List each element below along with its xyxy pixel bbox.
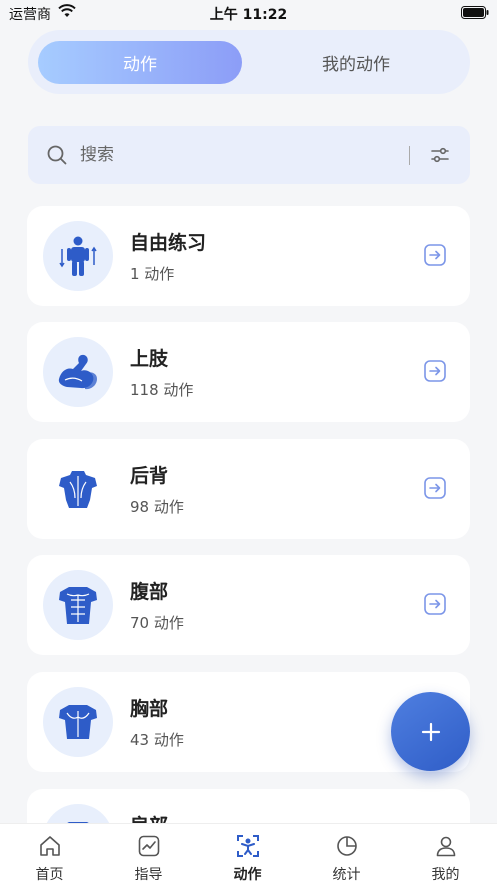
tab-actions-nav[interactable]: 动作 bbox=[198, 824, 297, 883]
add-action-button[interactable] bbox=[391, 692, 470, 771]
abs-muscles-icon bbox=[59, 587, 97, 624]
category-count: 43 动作 bbox=[130, 731, 184, 749]
tab-home[interactable]: 首页 bbox=[0, 824, 99, 883]
category-count: 1 动作 bbox=[130, 265, 175, 283]
flexed-arm-icon bbox=[58, 354, 97, 390]
status-bar: 运营商 上午 11:22 bbox=[0, 0, 497, 26]
search-icon bbox=[47, 145, 67, 165]
search-bar bbox=[28, 126, 470, 184]
tab-mine-label: 我的 bbox=[431, 867, 460, 883]
category-count: 118 动作 bbox=[130, 381, 194, 399]
arrow-right-icon[interactable] bbox=[424, 477, 446, 499]
tab-mine[interactable]: 我的 bbox=[396, 824, 495, 883]
tab-stats[interactable]: 统计 bbox=[297, 824, 396, 883]
category-title: 腹部 bbox=[130, 581, 169, 603]
category-title: 自由练习 bbox=[130, 232, 207, 254]
tab-actions-nav-label: 动作 bbox=[233, 867, 262, 883]
category-card-back[interactable]: 后背 98 动作 bbox=[27, 439, 470, 539]
category-avatar bbox=[43, 337, 113, 407]
filter-icon[interactable] bbox=[429, 144, 451, 166]
category-count: 98 动作 bbox=[130, 498, 184, 516]
home-icon bbox=[40, 836, 60, 856]
status-time: 上午 11:22 bbox=[209, 7, 288, 23]
category-avatar bbox=[43, 570, 113, 640]
bottom-tab-bar: 首页 指导 动作 统计 我的 bbox=[0, 823, 497, 883]
tab-my-actions[interactable]: 我的动作 bbox=[256, 41, 456, 84]
pie-chart-icon bbox=[337, 836, 357, 856]
category-title: 后背 bbox=[130, 465, 169, 487]
tab-stats-label: 统计 bbox=[332, 867, 361, 883]
category-title: 上肢 bbox=[130, 348, 169, 370]
category-count: 70 动作 bbox=[130, 614, 184, 632]
category-avatar bbox=[43, 687, 113, 757]
search-divider bbox=[409, 146, 410, 165]
chart-icon bbox=[138, 835, 160, 857]
segmented-control: 动作 我的动作 bbox=[28, 30, 470, 94]
category-card-upper-limb[interactable]: 上肢 118 动作 bbox=[27, 322, 470, 422]
category-avatar bbox=[43, 221, 113, 291]
category-card-abs[interactable]: 腹部 70 动作 bbox=[27, 555, 470, 655]
standing-person-icon bbox=[59, 236, 97, 276]
tab-actions-label: 动作 bbox=[123, 55, 157, 75]
search-input[interactable] bbox=[80, 139, 380, 171]
tab-actions[interactable]: 动作 bbox=[38, 41, 242, 84]
exercise-icon bbox=[237, 835, 259, 857]
tab-guide-label: 指导 bbox=[134, 867, 163, 883]
arrow-right-icon[interactable] bbox=[424, 244, 446, 266]
category-avatar bbox=[43, 454, 113, 524]
user-icon bbox=[436, 836, 456, 857]
arrow-right-icon[interactable] bbox=[424, 593, 446, 615]
chest-muscles-icon bbox=[59, 705, 97, 739]
category-card-free-practice[interactable]: 自由练习 1 动作 bbox=[27, 206, 470, 306]
plus-icon bbox=[421, 722, 440, 741]
category-title: 胸部 bbox=[130, 698, 169, 720]
tab-guide[interactable]: 指导 bbox=[99, 824, 198, 883]
battery-icon bbox=[461, 6, 489, 19]
back-muscles-icon bbox=[59, 471, 97, 508]
tab-my-actions-label: 我的动作 bbox=[322, 55, 390, 75]
arrow-right-icon[interactable] bbox=[424, 360, 446, 382]
tab-home-label: 首页 bbox=[35, 867, 64, 883]
